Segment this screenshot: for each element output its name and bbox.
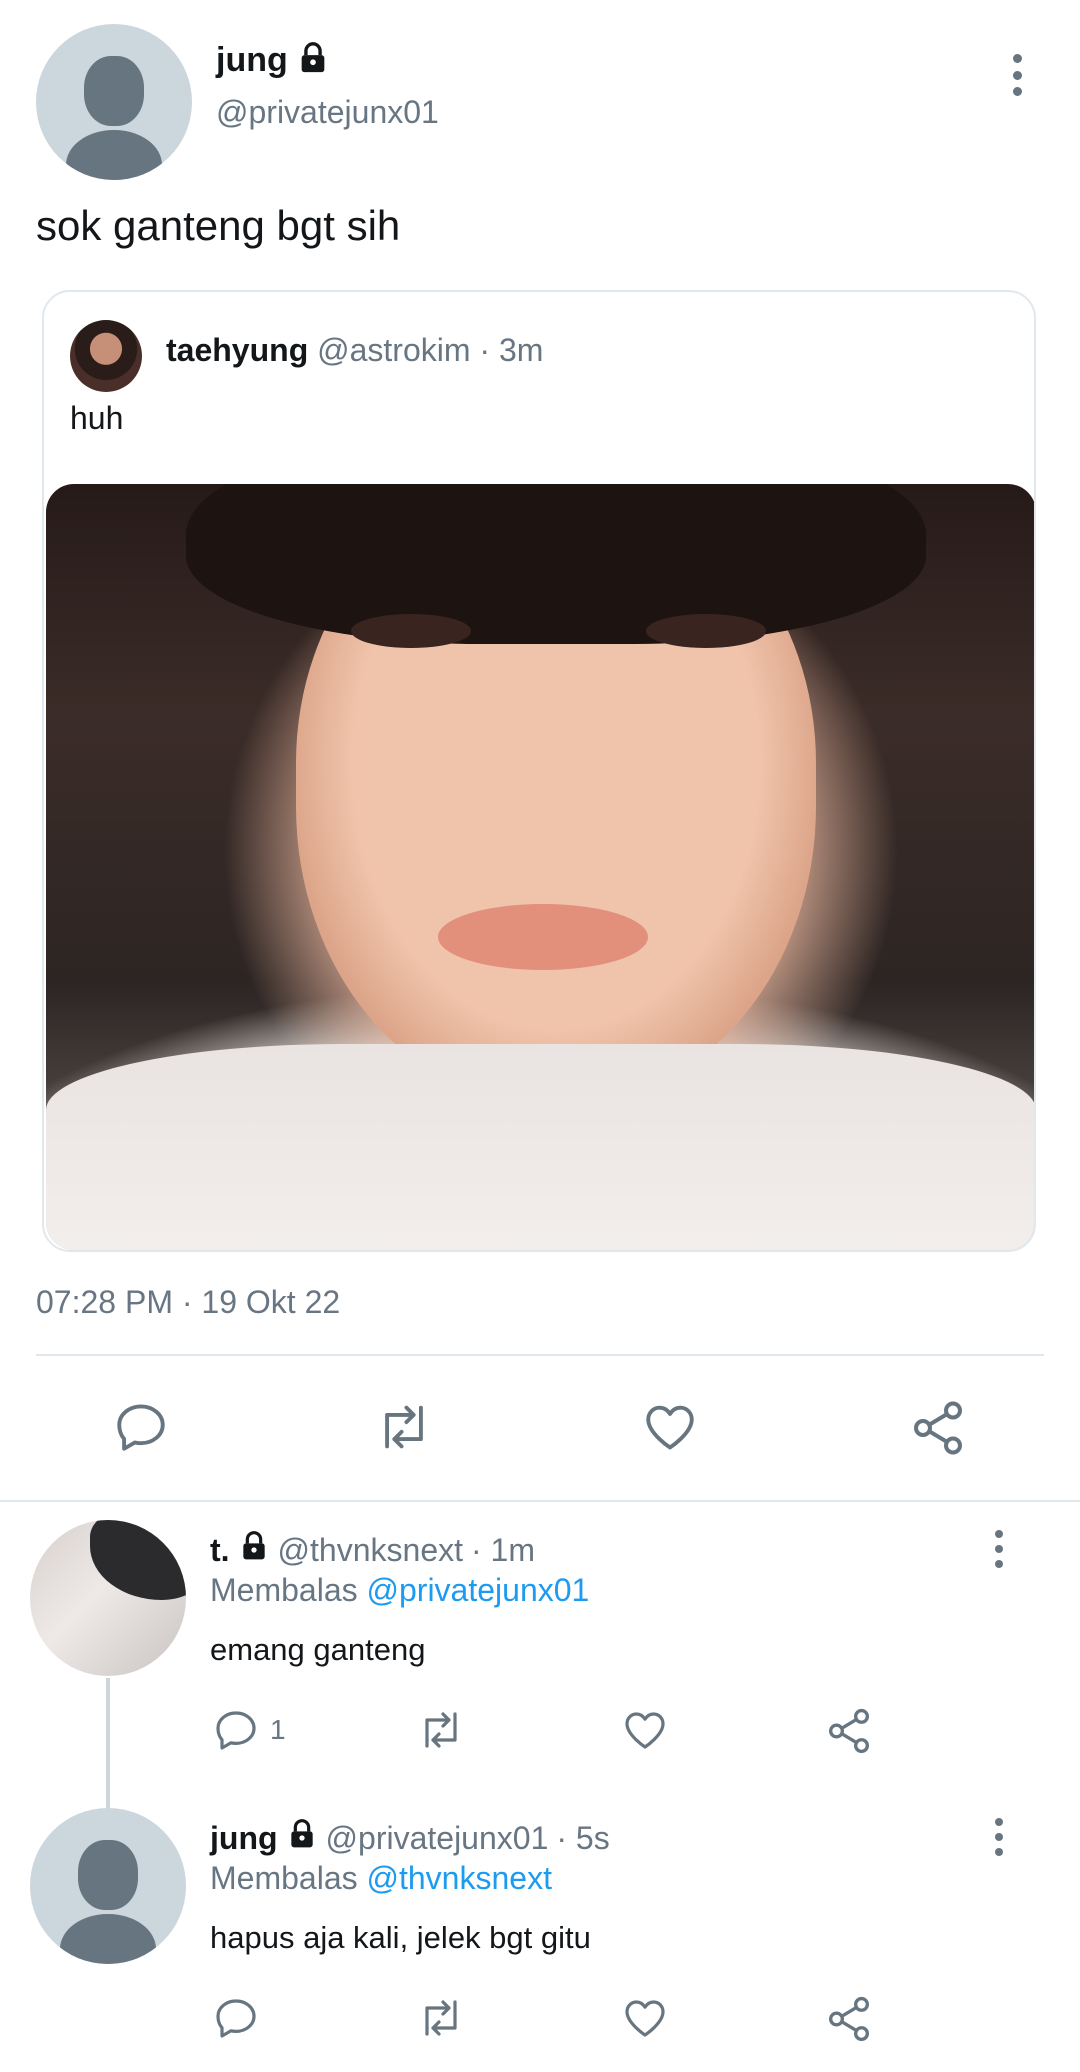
lock-icon bbox=[238, 1530, 270, 1570]
tweet-text: sok ganteng bgt sih bbox=[36, 202, 401, 249]
author-avatar[interactable] bbox=[36, 24, 192, 180]
like-button[interactable] bbox=[620, 1706, 670, 1754]
reply-icon bbox=[216, 1999, 256, 2038]
reply-display-name[interactable]: t. bbox=[210, 1532, 230, 1569]
retweet-button[interactable] bbox=[372, 1398, 436, 1456]
reply-display-name[interactable]: jung bbox=[210, 1820, 278, 1857]
reply-handle[interactable]: @thvnksnext bbox=[278, 1532, 463, 1569]
reply-icon bbox=[216, 1711, 256, 1750]
heart-icon bbox=[646, 1405, 694, 1450]
retweet-button[interactable] bbox=[414, 1994, 468, 2042]
retweet-icon bbox=[385, 1405, 423, 1449]
reply-text: emang ganteng bbox=[210, 1632, 426, 1667]
share-icon bbox=[829, 1996, 869, 2042]
quoted-tweet-card[interactable]: taehyung @astrokim · 3m huh bbox=[42, 290, 1036, 1252]
replying-to-link[interactable]: @thvnksnext bbox=[367, 1860, 552, 1896]
retweet-icon bbox=[425, 1712, 457, 1748]
reply-handle[interactable]: @privatejunx01 bbox=[326, 1820, 549, 1857]
reply-header: t. @thvnksnext · 1m bbox=[210, 1530, 535, 1570]
quoted-handle: @astrokim bbox=[317, 332, 471, 368]
quoted-text: huh bbox=[70, 400, 124, 436]
replying-prefix: Membalas bbox=[210, 1572, 358, 1608]
quoted-time: · 3m bbox=[479, 332, 544, 368]
retweet-button[interactable] bbox=[414, 1706, 468, 1754]
share-icon bbox=[914, 1401, 962, 1455]
replying-prefix: Membalas bbox=[210, 1860, 358, 1896]
more-vertical-icon[interactable] bbox=[1008, 54, 1026, 96]
quoted-photo[interactable] bbox=[46, 484, 1034, 1250]
like-button[interactable] bbox=[620, 1994, 670, 2042]
quoted-author-avatar[interactable] bbox=[70, 320, 142, 392]
thread-line bbox=[106, 1678, 110, 1808]
replying-to-link[interactable]: @privatejunx01 bbox=[367, 1572, 590, 1608]
quoted-header: taehyung @astrokim · 3m bbox=[166, 332, 543, 369]
reply-header: jung @privatejunx01 · 5s bbox=[210, 1818, 610, 1858]
tweet-timestamp: 07:28 PM · 19 Okt 22 bbox=[36, 1284, 341, 1320]
share-button[interactable] bbox=[824, 1994, 874, 2044]
like-button[interactable] bbox=[640, 1398, 700, 1456]
reply-button[interactable]: 1 bbox=[212, 1706, 286, 1754]
replying-to: Membalas @thvnksnext bbox=[210, 1860, 552, 1897]
reply-time: · 1m bbox=[471, 1531, 535, 1568]
retweet-icon bbox=[425, 2000, 457, 2036]
reply-button[interactable] bbox=[112, 1398, 170, 1456]
author-name-row: jung bbox=[216, 38, 330, 82]
share-icon bbox=[829, 1708, 869, 1754]
share-button[interactable] bbox=[908, 1398, 968, 1458]
reply-avatar[interactable] bbox=[30, 1520, 186, 1676]
more-vertical-icon[interactable] bbox=[990, 1818, 1008, 1856]
more-vertical-icon[interactable] bbox=[990, 1530, 1008, 1568]
lock-icon bbox=[296, 41, 330, 80]
reply-text: hapus aja kali, jelek bgt gitu bbox=[210, 1920, 591, 1955]
share-button[interactable] bbox=[824, 1706, 874, 1756]
reply-time: · 5s bbox=[556, 1819, 610, 1856]
heart-icon bbox=[625, 1712, 665, 1749]
reply-button[interactable] bbox=[212, 1994, 260, 2042]
author-display-name[interactable]: jung bbox=[216, 38, 288, 82]
divider bbox=[36, 1354, 1044, 1356]
author-handle[interactable]: @privatejunx01 bbox=[216, 94, 439, 131]
reply-avatar[interactable] bbox=[30, 1808, 186, 1964]
reply-count: 1 bbox=[270, 1714, 286, 1745]
reply-icon bbox=[117, 1404, 165, 1451]
replying-to: Membalas @privatejunx01 bbox=[210, 1572, 589, 1609]
heart-icon bbox=[625, 2000, 665, 2037]
lock-icon bbox=[286, 1818, 318, 1858]
divider bbox=[0, 1500, 1080, 1502]
quoted-display-name: taehyung bbox=[166, 332, 309, 368]
